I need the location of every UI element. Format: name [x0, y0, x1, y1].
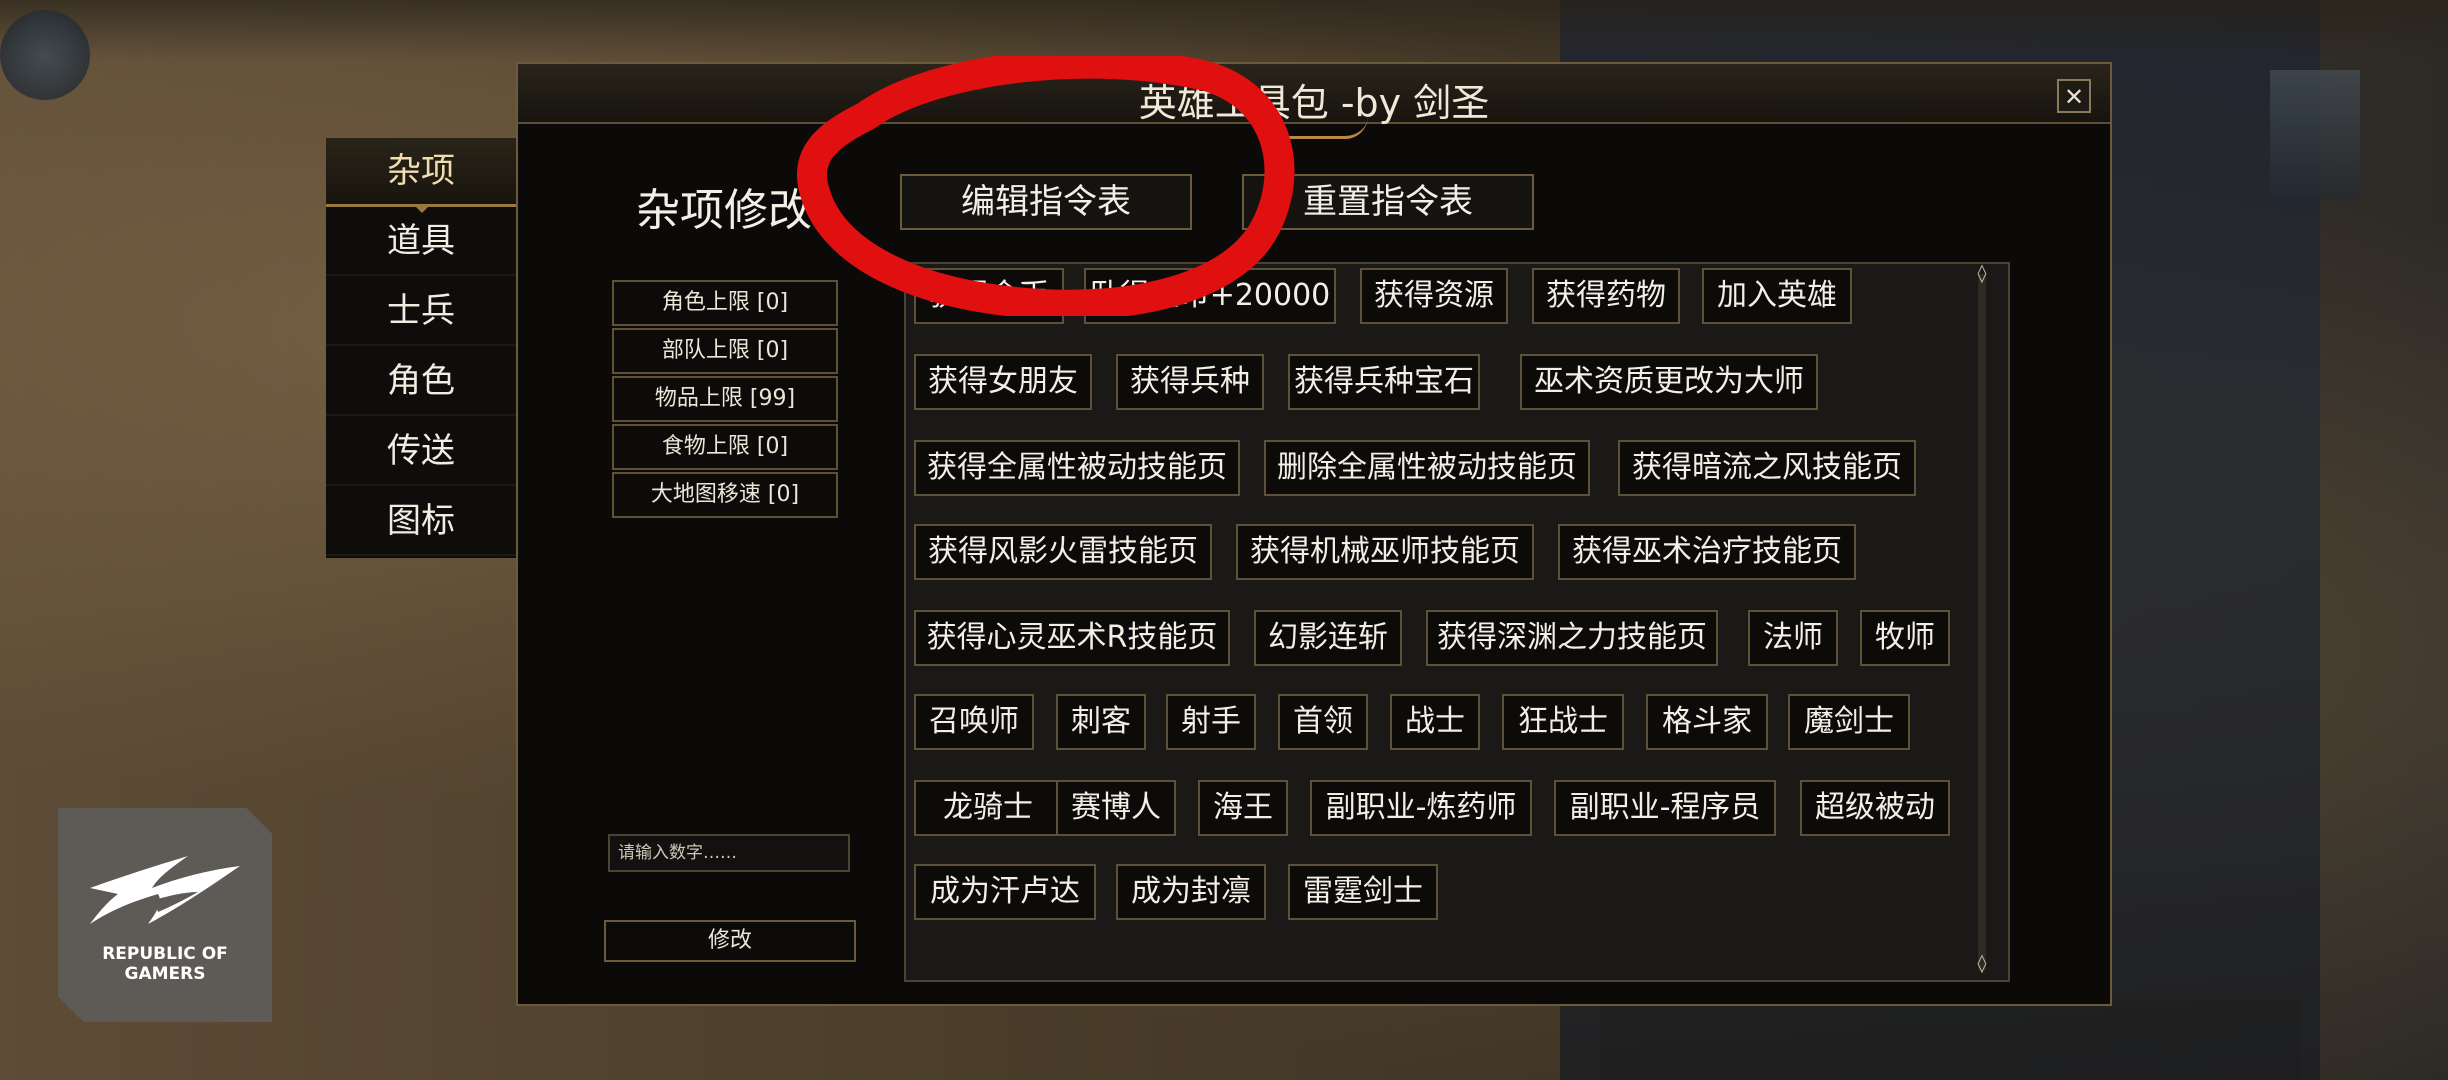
command-thunder-swordsman[interactable]: 雷霆剑士 [1288, 864, 1438, 920]
close-button[interactable]: ✕ [2057, 79, 2091, 113]
limit-button-troops[interactable]: 部队上限 [0] [612, 328, 838, 374]
command-sub-alchemist[interactable]: 副职业-炼药师 [1310, 780, 1532, 836]
scrollbar[interactable] [1978, 274, 1986, 970]
command-sub-programmer[interactable]: 副职业-程序员 [1554, 780, 1776, 836]
scroll-down-icon[interactable]: ◊ [1972, 954, 1992, 974]
command-priest[interactable]: 牧师 [1860, 610, 1950, 666]
sidebar-item-icons[interactable]: 图标 [326, 488, 516, 556]
command-get-witch-heal[interactable]: 获得巫术治疗技能页 [1558, 524, 1856, 580]
command-get-undercurrent-wind[interactable]: 获得暗流之风技能页 [1618, 440, 1916, 496]
close-icon: ✕ [2063, 83, 2085, 111]
command-get-wind-shadow[interactable]: 获得风影火雷技能页 [914, 524, 1212, 580]
sidebar-item-items[interactable]: 道具 [326, 208, 516, 276]
command-get-troop-gem[interactable]: 获得兵种宝石 [1288, 354, 1480, 410]
rog-logo-line1: REPUBLIC OF [102, 944, 228, 964]
scroll-up-icon[interactable]: ◊ [1972, 264, 1992, 284]
command-fighter[interactable]: 格斗家 [1646, 694, 1768, 750]
command-get-mech-wizard[interactable]: 获得机械巫师技能页 [1236, 524, 1534, 580]
hero-portrait [0, 10, 90, 100]
category-sidebar: 杂项 道具 士兵 角色 传送 图标 [326, 138, 516, 558]
command-summoner[interactable]: 召唤师 [914, 694, 1034, 750]
dialog-title-bar: 英雄工具包 -by 剑圣 ✕ [518, 64, 2110, 139]
command-chief[interactable]: 首领 [1278, 694, 1368, 750]
rog-logo-line2: GAMERS [124, 964, 206, 984]
command-get-abyss-power[interactable]: 获得深渊之力技能页 [1426, 610, 1718, 666]
unit-portrait [2270, 70, 2360, 200]
command-super-passive[interactable]: 超级被动 [1800, 780, 1950, 836]
command-get-mind-witchcraft[interactable]: 获得心灵巫术R技能页 [914, 610, 1230, 666]
command-get-resources[interactable]: 获得资源 [1360, 268, 1508, 324]
command-delete-all-passive[interactable]: 删除全属性被动技能页 [1264, 440, 1590, 496]
command-magic-swordsman[interactable]: 魔剑士 [1788, 694, 1910, 750]
command-assassin[interactable]: 刺客 [1056, 694, 1146, 750]
sidebar-item-label: 角色 [387, 361, 455, 401]
command-dragon-knight[interactable]: 龙骑士 [914, 780, 1062, 836]
game-top-hud [0, 0, 2448, 60]
command-get-troop-type[interactable]: 获得兵种 [1116, 354, 1264, 410]
sidebar-item-label: 传送 [387, 431, 455, 471]
command-phantom-slash[interactable]: 幻影连斩 [1254, 610, 1402, 666]
command-sea-king[interactable]: 海王 [1198, 780, 1288, 836]
command-witchcraft-master[interactable]: 巫术资质更改为大师 [1520, 354, 1818, 410]
sidebar-item-label: 杂项 [387, 151, 455, 191]
limit-button-food[interactable]: 食物上限 [0] [612, 424, 838, 470]
command-add-hero[interactable]: 加入英雄 [1702, 268, 1852, 324]
command-become-fenglin[interactable]: 成为封凛 [1116, 864, 1266, 920]
sidebar-item-misc[interactable]: 杂项 [326, 138, 516, 213]
command-get-all-passive[interactable]: 获得全属性被动技能页 [914, 440, 1240, 496]
command-mage[interactable]: 法师 [1748, 610, 1838, 666]
sidebar-item-teleport[interactable]: 传送 [326, 418, 516, 486]
sidebar-item-soldiers[interactable]: 士兵 [326, 278, 516, 346]
command-get-medicine[interactable]: 获得药物 [1532, 268, 1680, 324]
command-cyborg[interactable]: 赛博人 [1056, 780, 1176, 836]
sidebar-item-label: 图标 [387, 501, 455, 541]
sidebar-item-label: 道具 [387, 221, 455, 261]
command-warrior[interactable]: 战士 [1390, 694, 1480, 750]
command-become-hanluda[interactable]: 成为汗卢达 [914, 864, 1096, 920]
limit-button-items[interactable]: 物品上限 [99] [612, 376, 838, 422]
command-archer[interactable]: 射手 [1166, 694, 1256, 750]
limit-button-map-speed[interactable]: 大地图移速 [0] [612, 472, 838, 518]
game-bottom-hud [1600, 1000, 2300, 1080]
section-title: 杂项修改 [636, 185, 812, 236]
modify-button[interactable]: 修改 [604, 920, 856, 962]
number-input[interactable] [608, 834, 850, 872]
sidebar-item-label: 士兵 [387, 291, 455, 331]
rog-logo-icon: REPUBLIC OF GAMERS [58, 808, 272, 1022]
rog-logo-text: REPUBLIC OF GAMERS [58, 944, 272, 984]
sidebar-item-characters[interactable]: 角色 [326, 348, 516, 416]
command-get-girlfriend[interactable]: 获得女朋友 [914, 354, 1092, 410]
rog-eye-icon [90, 856, 240, 924]
red-annotation-circle [797, 56, 1295, 316]
command-berserker[interactable]: 狂战士 [1502, 694, 1624, 750]
